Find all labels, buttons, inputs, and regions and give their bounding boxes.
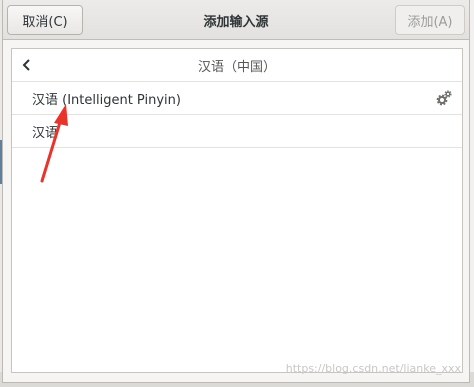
gear-icon[interactable] xyxy=(436,90,452,106)
language-header-label: 汉语（中国） xyxy=(197,59,276,75)
input-source-list: 汉语（中国） 汉语 (Intelligent Pinyin) 汉语 xyxy=(11,48,463,373)
language-header-row[interactable]: 汉语（中国） xyxy=(12,49,462,82)
add-input-source-dialog: 取消(C) 添加输入源 添加(A) 汉语（中国） 汉语 (Intelligent… xyxy=(2,0,470,383)
add-button[interactable]: 添加(A) xyxy=(395,5,465,35)
watermark-text: https://blog.csdn.net/lianke_xxx xyxy=(285,362,461,375)
list-item-label: 汉语 (Intelligent Pinyin) xyxy=(32,92,181,108)
chevron-left-icon[interactable] xyxy=(18,56,36,74)
list-item[interactable]: 汉语 xyxy=(12,115,462,148)
dialog-headerbar: 取消(C) 添加输入源 添加(A) xyxy=(3,0,469,40)
list-item-label: 汉语 xyxy=(32,125,59,141)
list-item[interactable]: 汉语 (Intelligent Pinyin) xyxy=(12,82,462,115)
